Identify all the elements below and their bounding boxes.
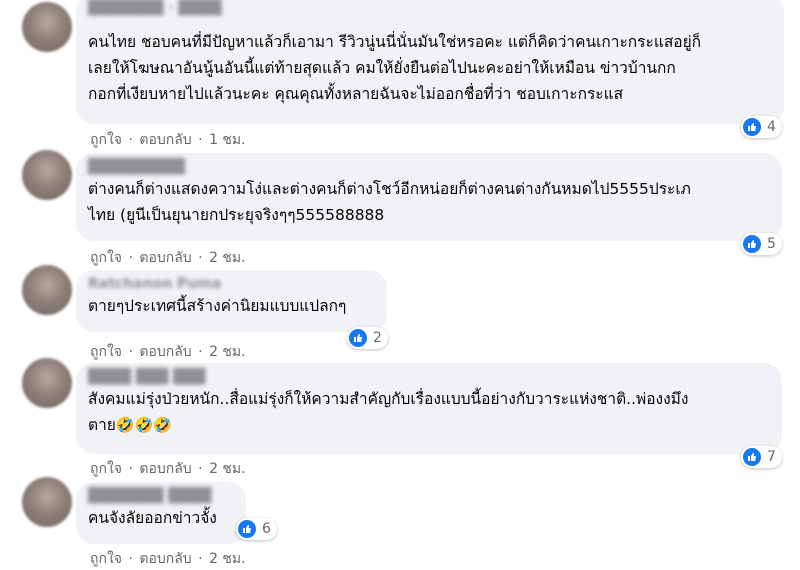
comment-text: คนไทย ชอบคนที่มีปัญหาแล้วก็เอามา รีวิวนู… bbox=[88, 33, 702, 103]
comment-bubble: ███████ · ████ คนไทย ชอบคนที่มีปัญหาแล้ว… bbox=[76, 0, 784, 124]
like-link[interactable]: ถูกใจ bbox=[90, 461, 122, 477]
reaction-count[interactable]: 7 bbox=[741, 446, 782, 468]
like-link[interactable]: ถูกใจ bbox=[90, 551, 122, 567]
timestamp[interactable]: 2 ชม. bbox=[209, 461, 246, 477]
like-icon bbox=[743, 235, 761, 253]
reply-link[interactable]: ตอบกลับ bbox=[139, 461, 191, 477]
like-icon bbox=[349, 329, 367, 347]
comment-text: คนจังลัยออกข่าวจั้ง bbox=[88, 509, 217, 527]
avatar[interactable] bbox=[22, 358, 72, 408]
commenter-name[interactable]: ███████ ████ bbox=[88, 488, 234, 505]
timestamp[interactable]: 2 ชม. bbox=[209, 344, 246, 360]
reaction-count[interactable]: 2 bbox=[347, 327, 388, 349]
like-icon bbox=[743, 448, 761, 466]
comment-bubble: █████████ ต่างคนก็ต่างแสดงความโง่และต่าง… bbox=[76, 153, 782, 241]
comment-actions: ถูกใจ · ตอบกลับ · 2 ชม. bbox=[90, 344, 246, 360]
avatar[interactable] bbox=[22, 150, 72, 200]
timestamp[interactable]: 1 ชม. bbox=[209, 132, 246, 148]
avatar[interactable] bbox=[22, 2, 72, 52]
commenter-name[interactable]: Ratchanon Puma bbox=[88, 276, 375, 293]
reaction-count[interactable]: 5 bbox=[741, 233, 782, 255]
reply-link[interactable]: ตอบกลับ bbox=[139, 344, 191, 360]
avatar[interactable] bbox=[22, 477, 72, 527]
comment-actions: ถูกใจ · ตอบกลับ · 1 ชม. bbox=[90, 132, 246, 148]
comment-text: ตายๆประเทศนี้สร้างค่านิยมแบบแปลกๆ bbox=[88, 297, 347, 315]
reply-link[interactable]: ตอบกลับ bbox=[139, 132, 191, 148]
like-link[interactable]: ถูกใจ bbox=[90, 250, 122, 266]
comment-bubble: ████ ███ ███ สังคมแม่รุ่งป่วยหนัก..สื่อแ… bbox=[76, 363, 782, 454]
timestamp[interactable]: 2 ชม. bbox=[209, 250, 246, 266]
timestamp[interactable]: 2 ชม. bbox=[209, 551, 246, 567]
reaction-count[interactable]: 4 bbox=[741, 116, 782, 138]
reply-link[interactable]: ตอบกลับ bbox=[139, 551, 191, 567]
comment-text: ต่างคนก็ต่างแสดงความโง่และต่างคนก็ต่างโช… bbox=[88, 180, 691, 224]
commenter-name[interactable]: ████ ███ ███ bbox=[88, 369, 770, 386]
comment-text: สังคมแม่รุ่งป่วยหนัก..สื่อแม่รุ่งก็ให้คว… bbox=[88, 390, 689, 434]
commenter-name[interactable]: █████████ bbox=[88, 159, 770, 176]
comment-bubble: Ratchanon Puma ตายๆประเทศนี้สร้างค่านิยม… bbox=[76, 270, 387, 332]
reaction-count[interactable]: 6 bbox=[236, 518, 277, 540]
comment-bubble: ███████ ████ คนจังลัยออกข่าวจั้ง bbox=[76, 482, 246, 544]
like-link[interactable]: ถูกใจ bbox=[90, 132, 122, 148]
comment-actions: ถูกใจ · ตอบกลับ · 2 ชม. bbox=[90, 551, 246, 567]
reply-link[interactable]: ตอบกลับ bbox=[139, 250, 191, 266]
avatar[interactable] bbox=[22, 265, 72, 315]
laughing-emoji: 🤣🤣🤣 bbox=[115, 416, 172, 434]
comment-actions: ถูกใจ · ตอบกลับ · 2 ชม. bbox=[90, 250, 246, 266]
like-icon bbox=[238, 520, 256, 538]
like-link[interactable]: ถูกใจ bbox=[90, 344, 122, 360]
comment-actions: ถูกใจ · ตอบกลับ · 2 ชม. bbox=[90, 461, 246, 477]
commenter-name[interactable]: ███████ · ████ bbox=[88, 0, 772, 17]
like-icon bbox=[743, 118, 761, 136]
